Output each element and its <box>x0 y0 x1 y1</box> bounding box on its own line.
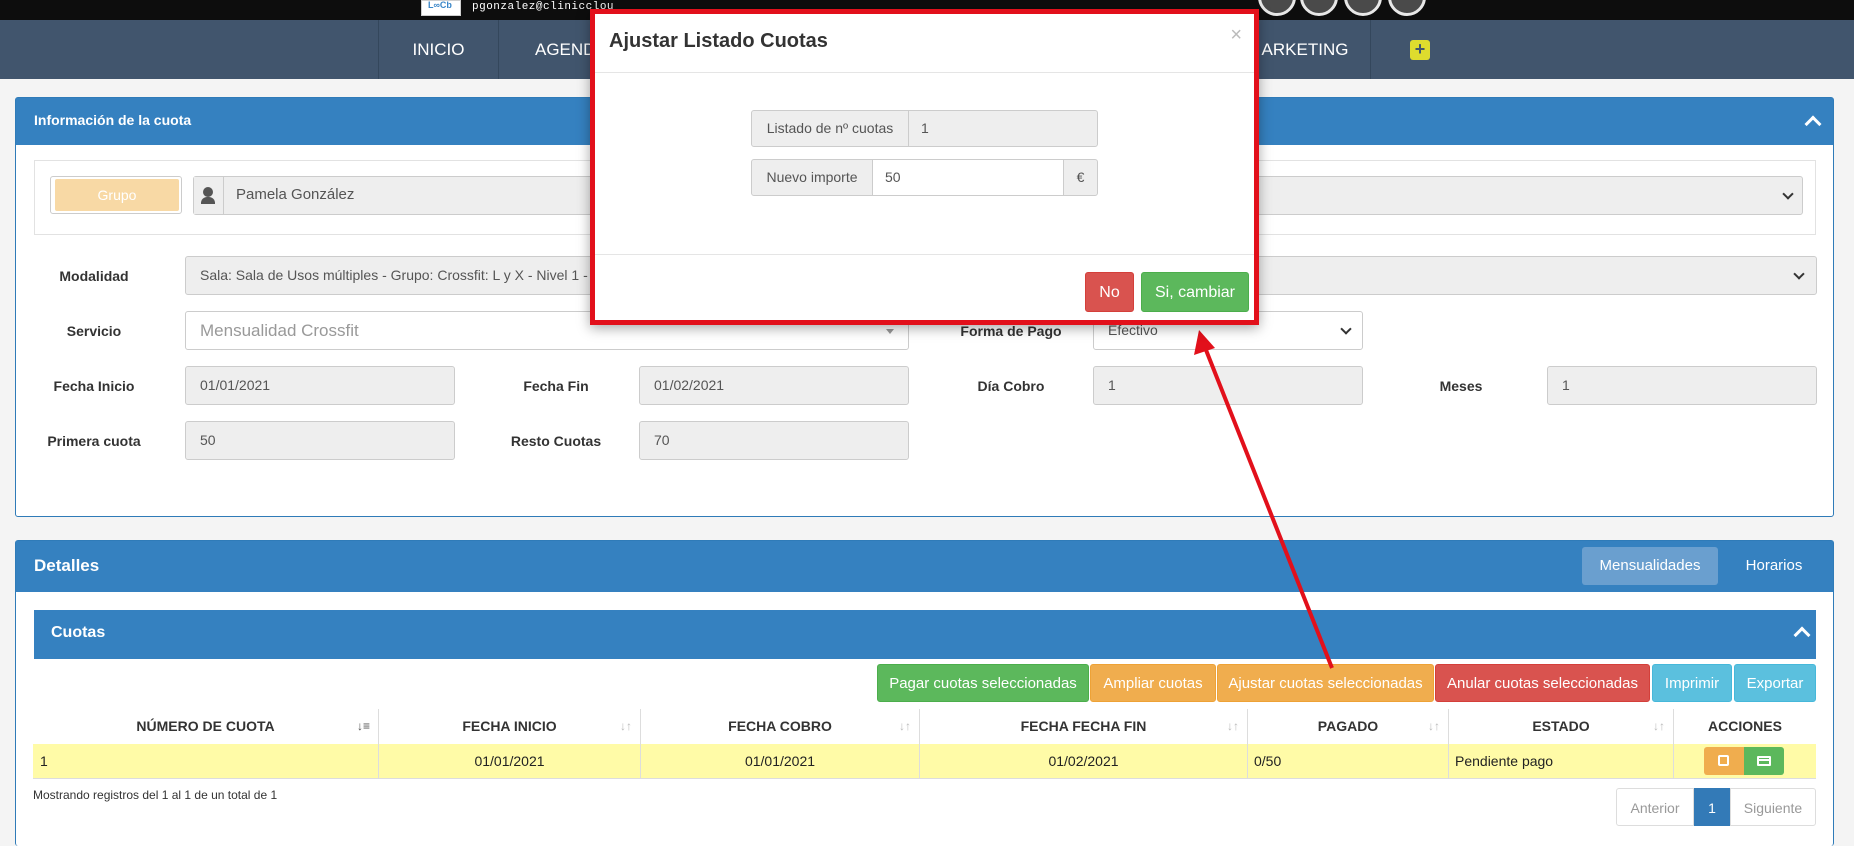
cell-fecha-fin[interactable]: 01/02/2021 <box>920 744 1248 778</box>
group-toggle[interactable]: Grupo <box>50 176 182 214</box>
cell-pagado[interactable]: 0/50 <box>1248 744 1449 778</box>
cuotas-title: Cuotas <box>51 624 106 641</box>
copy-icon[interactable] <box>1704 747 1744 775</box>
modal-header-divider <box>595 72 1254 73</box>
ajustar-modal: Ajustar Listado Cuotas × Listado de nº c… <box>590 9 1259 325</box>
pagar-cuotas-button[interactable]: Pagar cuotas seleccionadas <box>877 664 1089 702</box>
add-icon[interactable]: + <box>1410 40 1430 60</box>
pagination-prev[interactable]: Anterior <box>1616 788 1694 826</box>
si-cambiar-button[interactable]: Si, cambiar <box>1141 272 1249 312</box>
pagination-next[interactable]: Siguiente <box>1730 788 1816 826</box>
fecha-inicio-field[interactable]: 01/01/2021 <box>185 366 455 405</box>
fecha-inicio-label: Fecha Inicio <box>53 378 135 394</box>
primera-cuota-label: Primera cuota <box>47 433 141 449</box>
toolbar-circle-icon[interactable] <box>1258 0 1296 16</box>
dia-cobro-label: Día Cobro <box>977 378 1045 394</box>
header-fecha-inicio[interactable]: FECHA INICIO ↓↑ <box>379 709 641 744</box>
forma-pago-label: Forma de Pago <box>960 323 1062 339</box>
close-icon[interactable]: × <box>1230 24 1242 47</box>
header-estado[interactable]: ESTADO ↓↑ <box>1449 709 1674 744</box>
listado-label: Listado de nº cuotas <box>751 110 909 147</box>
cell-fecha-cobro[interactable]: 01/01/2021 <box>641 744 920 778</box>
sort-icon: ↓↑ <box>1227 719 1239 733</box>
facebook-icon[interactable] <box>1300 0 1338 16</box>
anular-cuotas-button[interactable]: Anular cuotas seleccionadas <box>1435 664 1650 702</box>
collapse-icon[interactable] <box>1793 626 1811 644</box>
user-icon <box>194 177 224 214</box>
importe-label: Nuevo importe <box>751 159 873 196</box>
cell-numero[interactable]: 1 <box>33 744 379 778</box>
header-numero-cuota[interactable]: NÚMERO DE CUOTA ↓≡ <box>33 709 379 744</box>
meses-label: Meses <box>1439 378 1483 394</box>
header-acciones: ACCIONES <box>1674 709 1816 744</box>
cuotas-header[interactable]: Cuotas <box>34 610 1816 659</box>
chevron-down-icon <box>1782 188 1794 200</box>
sort-desc-icon: ↓≡ <box>356 719 370 733</box>
fecha-fin-field[interactable]: 01/02/2021 <box>639 366 909 405</box>
tab-horarios[interactable]: Horarios <box>1724 547 1824 585</box>
group-toggle-label: Grupo <box>55 179 179 211</box>
modal-footer-divider <box>595 254 1254 255</box>
servicio-label: Servicio <box>66 323 122 339</box>
modalidad-label: Modalidad <box>59 268 129 284</box>
cell-estado[interactable]: Pendiente pago <box>1449 744 1674 778</box>
importe-input[interactable]: 50 <box>872 159 1064 196</box>
resto-cuotas-label: Resto Cuotas <box>510 433 602 449</box>
sort-icon: ↓↑ <box>1428 719 1440 733</box>
fecha-fin-label: Fecha Fin <box>523 378 589 394</box>
cell-acciones <box>1674 744 1816 778</box>
exportar-button[interactable]: Exportar <box>1734 664 1816 702</box>
caret-down-icon <box>886 329 894 334</box>
detalles-panel-header: Detalles Mensualidades Horarios <box>16 541 1833 592</box>
currency-addon: € <box>1063 159 1098 196</box>
resto-cuotas-field[interactable]: 70 <box>639 421 909 460</box>
no-button[interactable]: No <box>1085 272 1134 312</box>
chevron-down-icon <box>1793 268 1805 280</box>
detalles-panel-title: Detalles <box>34 556 100 575</box>
header-pagado[interactable]: PAGADO ↓↑ <box>1248 709 1449 744</box>
info-panel-title: Información de la cuota <box>34 112 192 128</box>
nav-marketing[interactable]: ARKETING <box>1240 20 1370 79</box>
sort-icon: ↓↑ <box>620 719 632 733</box>
ampliar-cuotas-button[interactable]: Ampliar cuotas <box>1090 664 1216 702</box>
header-fecha-cobro[interactable]: FECHA COBRO ↓↑ <box>641 709 920 744</box>
settings-icon[interactable] <box>1344 0 1382 16</box>
pagination-current[interactable]: 1 <box>1694 788 1730 826</box>
meses-field[interactable]: 1 <box>1547 366 1817 405</box>
user-circle-icon[interactable] <box>1388 0 1426 16</box>
tab-mensualidades[interactable]: Mensualidades <box>1582 547 1718 585</box>
app-logo: L∞Cb <box>421 0 461 16</box>
sort-icon: ↓↑ <box>899 719 911 733</box>
dia-cobro-field[interactable]: 1 <box>1093 366 1363 405</box>
ajustar-cuotas-button[interactable]: Ajustar cuotas seleccionadas <box>1217 664 1434 702</box>
primera-cuota-field[interactable]: 50 <box>185 421 455 460</box>
cell-fecha-inicio[interactable]: 01/01/2021 <box>379 744 641 778</box>
listado-field[interactable]: 1 <box>908 110 1098 147</box>
nav-inicio[interactable]: INICIO <box>378 20 498 79</box>
table-info-text: Mostrando registros del 1 al 1 de un tot… <box>33 788 278 802</box>
imprimir-button[interactable]: Imprimir <box>1652 664 1732 702</box>
credit-card-icon[interactable] <box>1744 747 1784 775</box>
nav-agenda[interactable]: AGENDA <box>498 20 607 79</box>
client-name: Pamela González <box>236 186 355 203</box>
modal-title: Ajustar Listado Cuotas <box>609 30 828 52</box>
header-fecha-fin[interactable]: FECHA FECHA FIN ↓↑ <box>920 709 1248 744</box>
chevron-down-icon <box>1340 323 1352 335</box>
collapse-icon[interactable] <box>1804 115 1822 133</box>
sort-icon: ↓↑ <box>1653 719 1665 733</box>
